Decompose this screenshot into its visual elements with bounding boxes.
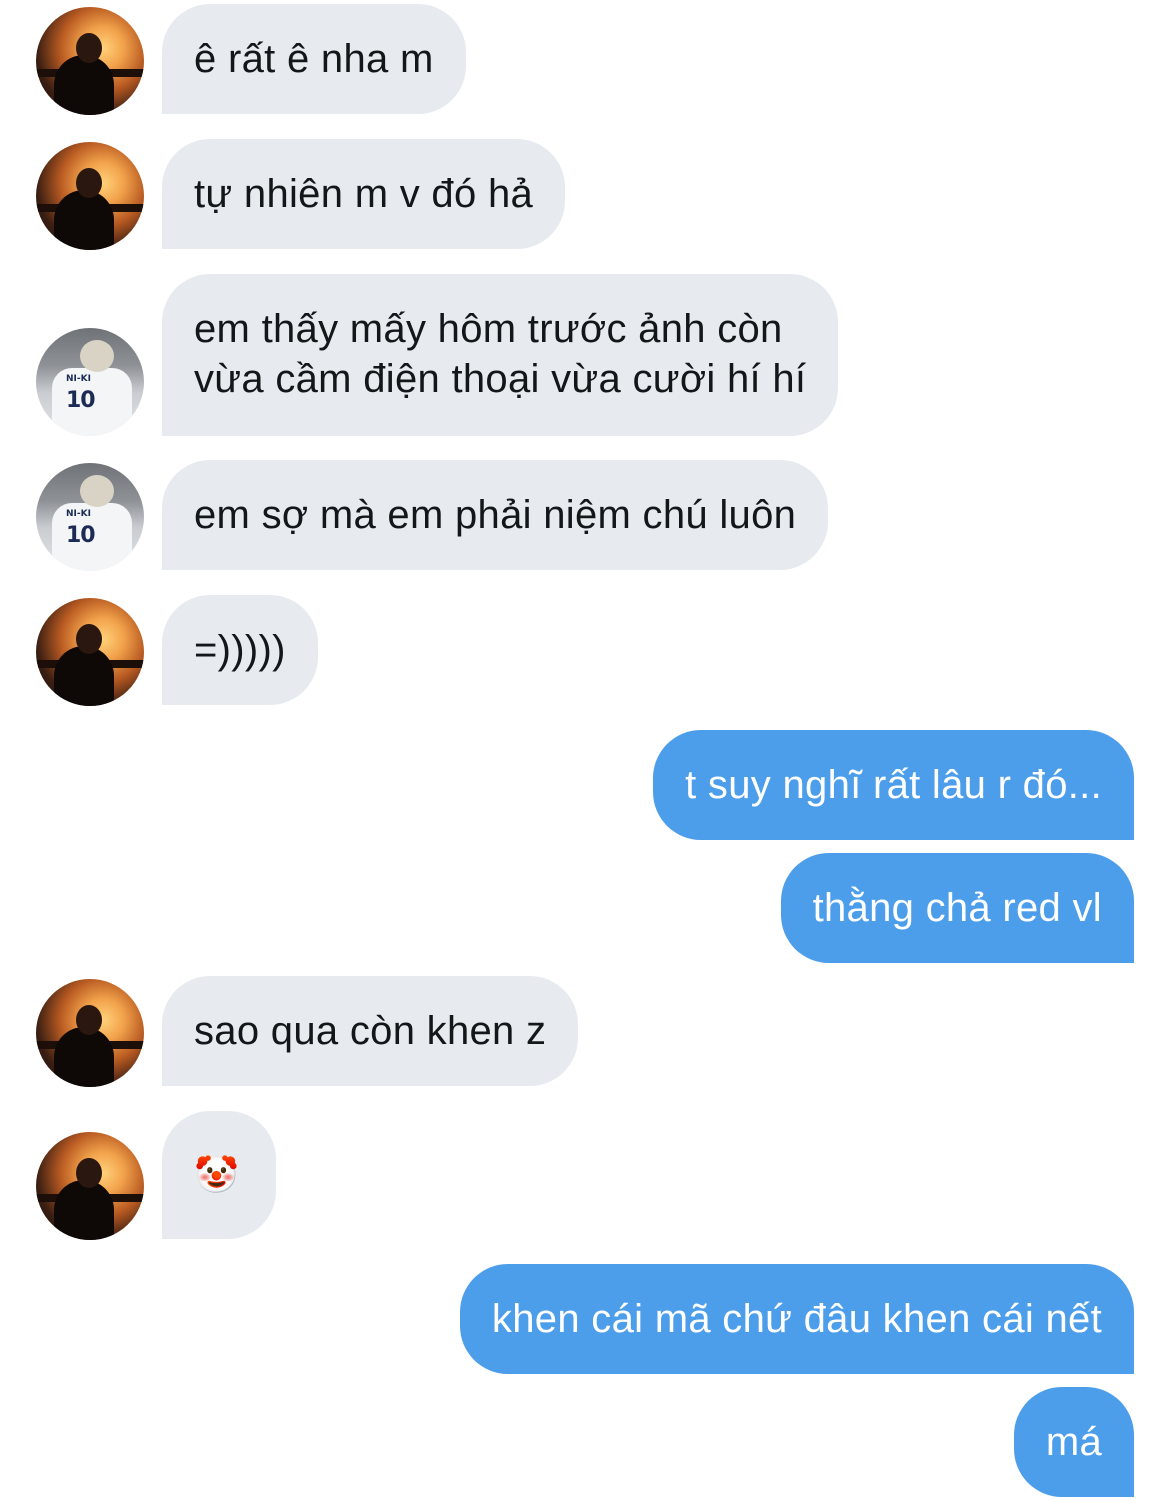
sender-avatar[interactable] <box>36 7 144 115</box>
message-text: tự nhiên m v đó hả <box>194 172 534 216</box>
sender-avatar[interactable] <box>36 142 144 250</box>
sender-avatar[interactable]: NI-KI 10 <box>36 328 144 436</box>
incoming-message-bubble[interactable]: em sợ mà em phải niệm chú luôn <box>162 460 829 570</box>
incoming-message-bubble[interactable]: 🤡 <box>162 1111 276 1239</box>
message-text: thằng chả red vl <box>812 886 1102 930</box>
outgoing-message-bubble[interactable]: t suy nghĩ rất lâu r đó... <box>653 730 1134 840</box>
sender-avatar[interactable] <box>36 598 144 706</box>
message-text: sao qua còn khen z <box>194 1009 547 1053</box>
avatar-head <box>76 1005 102 1035</box>
outgoing-message-bubble[interactable]: má <box>1013 1387 1134 1497</box>
incoming-message-bubble[interactable]: =))))) <box>162 595 318 705</box>
avatar-figure <box>54 1180 114 1240</box>
jersey-number: 10 <box>66 388 96 413</box>
message-text: ê rất ê nha m <box>194 37 434 81</box>
message-text: =))))) <box>194 628 286 672</box>
message-text-line-1: em thấy mấy hôm trước ảnh còn <box>194 307 783 351</box>
avatar-head <box>76 624 102 654</box>
jersey-name: NI-KI <box>66 374 91 384</box>
outgoing-message-bubble[interactable]: thằng chả red vl <box>780 853 1134 963</box>
incoming-message-bubble[interactable]: ê rất ê nha m <box>162 4 466 114</box>
sender-avatar[interactable] <box>36 979 144 1087</box>
message-text: t suy nghĩ rất lâu r đó... <box>685 763 1102 807</box>
avatar-figure <box>54 1027 114 1087</box>
avatar-head <box>76 33 102 63</box>
avatar-figure <box>54 646 114 706</box>
avatar-hair <box>80 340 114 372</box>
sender-avatar[interactable]: NI-KI 10 <box>36 463 144 571</box>
message-text: khen cái mã chứ đâu khen cái nết <box>491 1297 1102 1341</box>
avatar-head <box>76 1158 102 1188</box>
message-text: má <box>1045 1420 1102 1464</box>
incoming-message-bubble[interactable]: sao qua còn khen z <box>162 976 579 1086</box>
jersey-number: 10 <box>66 523 96 548</box>
avatar-figure <box>54 55 114 115</box>
message-text-line-2: vừa cầm điện thoại vừa cười hí hí <box>194 357 807 401</box>
message-text: em sợ mà em phải niệm chú luôn <box>194 493 797 537</box>
avatar-head <box>76 168 102 198</box>
incoming-message-bubble[interactable]: em thấy mấy hôm trước ảnh còn vừa cầm đi… <box>162 274 839 436</box>
clown-face-emoji: 🤡 <box>194 1155 240 1196</box>
avatar-hair <box>80 475 114 507</box>
incoming-message-bubble[interactable]: tự nhiên m v đó hả <box>162 139 566 249</box>
sender-avatar[interactable] <box>36 1132 144 1240</box>
jersey-name: NI-KI <box>66 509 91 519</box>
avatar-figure <box>54 190 114 250</box>
outgoing-message-bubble[interactable]: khen cái mã chứ đâu khen cái nết <box>459 1264 1134 1374</box>
